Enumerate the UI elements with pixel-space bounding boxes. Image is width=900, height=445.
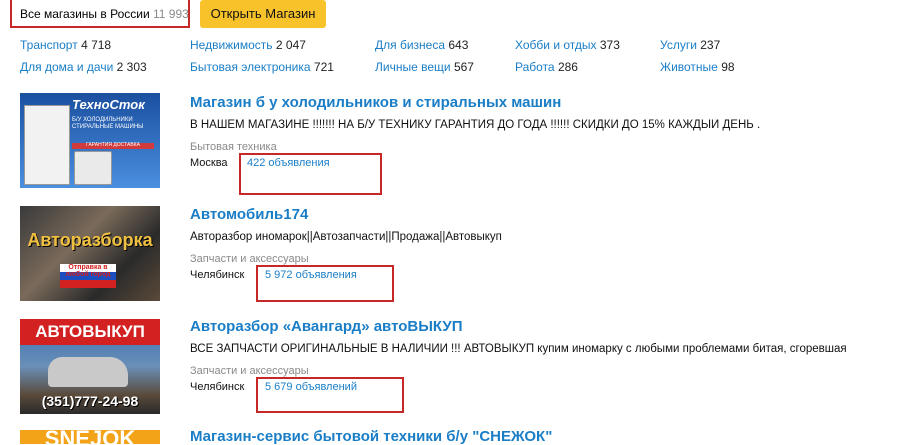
category-link[interactable]: Для бизнеса	[375, 38, 445, 52]
listing-description: В НАШЕМ МАГАЗИНЕ !!!!!!! НА Б/У ТЕХНИКУ …	[190, 119, 761, 131]
category-link[interactable]: Для дома и дачи	[20, 60, 113, 74]
category-animals[interactable]: Животные 98	[660, 60, 735, 74]
category-link[interactable]: Хобби и отдых	[515, 38, 597, 52]
thumbnail-header: АВТОВЫКУП	[20, 319, 160, 345]
listing-title[interactable]: Авторазбор «Авангард» автоВЫКУП	[190, 318, 463, 335]
category-jobs[interactable]: Работа 286	[515, 60, 578, 74]
category-home[interactable]: Для дома и дачи 2 303	[20, 60, 147, 74]
listing-category: Запчасти и аксессуары	[190, 365, 309, 377]
listing-title[interactable]: Автомобиль174	[190, 206, 308, 223]
all-shops-count: 11 993	[153, 7, 189, 21]
category-count: 237	[700, 38, 721, 52]
category-realty[interactable]: Недвижимость 2 047	[190, 38, 306, 52]
category-count: 721	[313, 60, 334, 74]
listing-ads-count[interactable]: 422 объявления	[247, 157, 330, 169]
open-shop-button[interactable]: Открыть Магазин	[200, 0, 326, 28]
thumbnail-band-text: ГАРАНТИЯ ДОСТАВКА	[86, 142, 140, 148]
listing-city: Челябинск	[190, 381, 245, 393]
shop-thumbnail[interactable]: ТехноСток Б/У ХОЛОДИЛЬНИКИ СТИРАЛЬНЫЕ МА…	[20, 93, 160, 188]
thumbnail-headline: SNEJOK	[44, 430, 136, 444]
category-link[interactable]: Личные вещи	[375, 60, 451, 74]
washing-machine-image	[74, 151, 112, 185]
category-link[interactable]: Бытовая электроника	[190, 60, 311, 74]
category-count: 567	[453, 60, 474, 74]
category-count: 2 047	[275, 38, 306, 52]
car-image	[48, 357, 128, 387]
listing-title[interactable]: Магазин-сервис бытовой техники б/у "СНЕЖ…	[190, 428, 552, 445]
category-services[interactable]: Услуги 237	[660, 38, 720, 52]
listing-title[interactable]: Магазин б у холодильников и стиральных м…	[190, 94, 561, 111]
category-link[interactable]: Недвижимость	[190, 38, 273, 52]
category-count: 4 718	[81, 38, 112, 52]
category-link[interactable]: Животные	[660, 60, 718, 74]
fridge-image	[24, 105, 70, 185]
all-shops-filter[interactable]: Все магазины в России 11 993	[10, 0, 190, 28]
listing-city: Москва	[190, 157, 228, 169]
category-count: 643	[448, 38, 469, 52]
category-count: 286	[557, 60, 578, 74]
category-business[interactable]: Для бизнеса 643	[375, 38, 468, 52]
category-count: 2 303	[116, 60, 147, 74]
thumbnail-subtext: Отправка в любой город	[65, 264, 111, 278]
category-count: 373	[599, 38, 620, 52]
category-transport[interactable]: Транспорт 4 718	[20, 38, 111, 52]
thumbnail-headline: Авторазборка	[27, 230, 153, 250]
thumbnail-text: Б/У ХОЛОДИЛЬНИКИ СТИРАЛЬНЫЕ МАШИНЫ	[72, 117, 144, 130]
listing-description: Авторазбор иномарок||Автозапчасти||Прода…	[190, 231, 502, 243]
category-count: 98	[721, 60, 735, 74]
shop-thumbnail[interactable]: Авторазборка Отправка в любой город	[20, 206, 160, 301]
thumbnail-phone: (351)777-24-98	[41, 393, 139, 409]
listing-description: ВСЕ ЗАПЧАСТИ ОРИГИНАЛЬНЫЕ В НАЛИЧИИ !!! …	[190, 343, 847, 355]
listing-category: Бытовая техника	[190, 141, 277, 153]
category-electronics[interactable]: Бытовая электроника 721	[190, 60, 334, 74]
category-personal[interactable]: Личные вещи 567	[375, 60, 474, 74]
category-link[interactable]: Работа	[515, 60, 555, 74]
category-hobby[interactable]: Хобби и отдых 373	[515, 38, 620, 52]
shop-thumbnail[interactable]: АВТОВЫКУП (351)777-24-98	[20, 319, 160, 414]
listing-city: Челябинск	[190, 269, 245, 281]
listing-ads-count[interactable]: 5 972 объявления	[265, 269, 357, 281]
listing-category: Запчасти и аксессуары	[190, 253, 309, 265]
category-link[interactable]: Услуги	[660, 38, 697, 52]
listing-ads-count[interactable]: 5 679 объявлений	[265, 381, 357, 393]
all-shops-label: Все магазины в России	[20, 7, 150, 21]
category-link[interactable]: Транспорт	[20, 38, 78, 52]
shop-thumbnail[interactable]: SNEJOK	[20, 430, 160, 444]
shop-logo: ТехноСток	[72, 97, 145, 112]
